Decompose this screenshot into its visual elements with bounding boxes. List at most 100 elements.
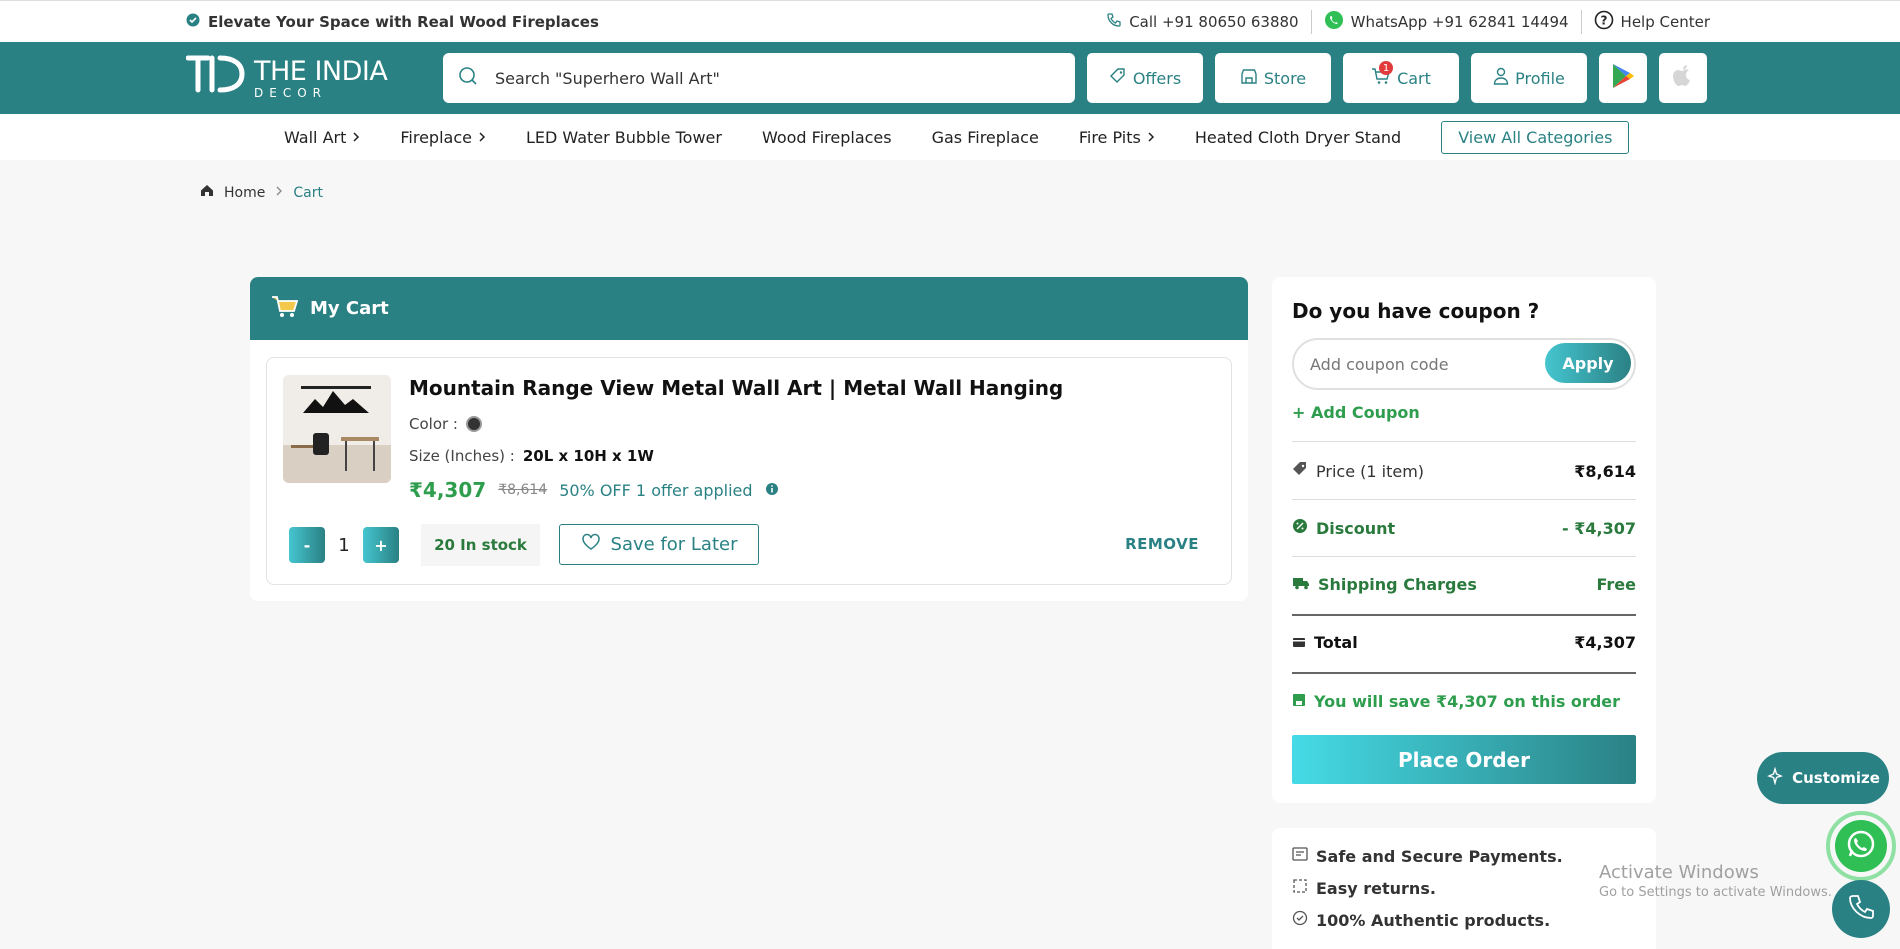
nav-label: LED Water Bubble Tower	[525, 127, 722, 147]
offers-label: Offers	[1132, 68, 1182, 88]
total-label: Total	[1314, 633, 1358, 652]
product-name[interactable]: Mountain Range View Metal Wall Art | Met…	[409, 376, 1063, 400]
qty-increase-button[interactable]: +	[363, 527, 399, 563]
google-play-button[interactable]	[1599, 53, 1647, 103]
size-value: 20L x 10H x 1W	[522, 447, 654, 465]
call-link[interactable]: Call +91 80650 63880	[1106, 12, 1299, 32]
sparkle-icon	[1766, 766, 1784, 789]
add-coupon-link[interactable]: + Add Coupon	[1292, 403, 1420, 422]
nav-item-wall-art[interactable]: Wall Art	[284, 128, 360, 147]
breadcrumb-current[interactable]: Cart	[293, 185, 323, 201]
price-value: ₹8,614	[1574, 461, 1636, 481]
whatsapp-chat-button[interactable]	[1826, 811, 1896, 881]
authentic-icon	[1292, 910, 1308, 930]
shipping-value: Free	[1596, 575, 1637, 594]
shipping-label: Shipping Charges	[1318, 575, 1477, 594]
sale-price: ₹4,307	[409, 478, 487, 502]
trust-text: Easy returns.	[1316, 878, 1436, 898]
phone-icon	[1847, 893, 1875, 925]
call-button[interactable]	[1832, 880, 1890, 938]
mrp-price: ₹8,614	[498, 482, 548, 498]
chevron-right-icon	[1147, 128, 1155, 147]
savings-text: You will save ₹4,307 on this order	[1314, 692, 1621, 711]
cart-button[interactable]: 1 Cart	[1343, 53, 1459, 103]
category-nav: Wall Art Fireplace LED Water Bubble Towe…	[0, 114, 1900, 160]
price-tag-icon	[1292, 461, 1308, 481]
heart-icon	[581, 533, 601, 556]
divider	[1292, 672, 1636, 674]
apple-icon	[1671, 63, 1695, 93]
nav-item-fire-pits[interactable]: Fire Pits	[1079, 128, 1155, 147]
brand-subname: DECOR	[254, 85, 327, 100]
qty-value[interactable]: 1	[325, 535, 363, 556]
nav-item-fireplace[interactable]: Fireplace	[400, 128, 486, 147]
cart-header: My Cart	[250, 277, 1248, 340]
save-for-later-button[interactable]: Save for Later	[559, 524, 759, 565]
windows-activation-watermark: Activate Windows Go to Settings to activ…	[1599, 862, 1832, 900]
app-store-button[interactable]	[1659, 53, 1707, 103]
watermark-subtitle: Go to Settings to activate Windows.	[1599, 885, 1832, 900]
product-image[interactable]	[283, 375, 391, 483]
store-button[interactable]: Store	[1215, 53, 1331, 103]
nav-label: Wall Art	[284, 127, 347, 147]
cart-label: Cart	[1397, 68, 1431, 88]
promo-banner[interactable]: Elevate Your Space with Real Wood Firepl…	[186, 13, 599, 31]
call-text: Call +91 80650 63880	[1129, 12, 1299, 31]
help-text: Help Center	[1620, 12, 1710, 31]
offers-button[interactable]: Offers	[1087, 53, 1203, 103]
store-icon	[1240, 67, 1258, 89]
nav-label: Wood Fireplaces	[761, 127, 892, 147]
main-header: THE INDIA DECOR Search "Superhero Wall A…	[0, 42, 1900, 114]
nav-item-heated-cloth-dryer-stand[interactable]: Heated Cloth Dryer Stand	[1195, 128, 1401, 147]
top-strip: Elevate Your Space with Real Wood Firepl…	[0, 0, 1900, 42]
search-bar[interactable]: Search "Superhero Wall Art"	[443, 53, 1075, 103]
brand-logo[interactable]: THE INDIA DECOR	[185, 52, 443, 104]
store-label: Store	[1263, 68, 1307, 88]
wallet-icon	[1292, 633, 1306, 652]
search-placeholder: Search "Superhero Wall Art"	[495, 68, 720, 88]
breadcrumb-home[interactable]: Home	[224, 185, 265, 201]
logo-mark-icon	[185, 52, 248, 104]
color-row: Color :	[409, 415, 482, 433]
nav-item-led-water-bubble-tower[interactable]: LED Water Bubble Tower	[526, 128, 722, 147]
view-all-categories-button[interactable]: View All Categories	[1441, 120, 1630, 154]
coupon-title: Do you have coupon ?	[1292, 299, 1540, 323]
place-order-button[interactable]: Place Order	[1292, 735, 1636, 784]
nav-item-wood-fireplaces[interactable]: Wood Fireplaces	[762, 128, 892, 147]
coupon-field[interactable]: Add coupon code Apply	[1292, 338, 1636, 390]
stock-badge: 20 In stock	[421, 524, 540, 566]
offer-text: 50% OFF 1 offer applied	[559, 480, 753, 500]
size-label: Size (Inches) :	[409, 447, 515, 465]
svg-text:?: ?	[1600, 13, 1607, 27]
help-icon: ?	[1594, 10, 1614, 34]
discount-badge-icon	[1292, 518, 1308, 538]
quantity-stepper: - 1 +	[289, 527, 399, 563]
cart-count-badge: 1	[1379, 61, 1393, 75]
customize-button[interactable]: Customize	[1757, 752, 1889, 804]
secure-payment-icon	[1292, 846, 1308, 866]
trust-item: Safe and Secure Payments.	[1292, 846, 1636, 866]
help-center-link[interactable]: ? Help Center	[1594, 10, 1710, 34]
user-icon	[1493, 67, 1509, 89]
profile-button[interactable]: Profile	[1471, 53, 1587, 103]
shopping-cart-icon	[270, 293, 300, 324]
phone-icon	[1106, 12, 1122, 32]
cart-title: My Cart	[310, 298, 389, 319]
trust-text: 100% Authentic products.	[1316, 910, 1551, 930]
remove-button[interactable]: REMOVE	[1125, 535, 1199, 553]
info-icon[interactable]	[765, 481, 779, 500]
qty-decrease-button[interactable]: -	[289, 527, 325, 563]
divider	[1292, 441, 1636, 442]
home-icon	[200, 184, 214, 201]
whatsapp-link[interactable]: WhatsApp +91 62841 14494	[1324, 10, 1569, 34]
price-row: Price (1 item) ₹8,614	[1292, 461, 1636, 481]
apply-coupon-button[interactable]: Apply	[1545, 343, 1631, 383]
chevron-right-icon	[275, 185, 283, 201]
nav-label: Heated Cloth Dryer Stand	[1194, 127, 1402, 147]
divider	[1580, 9, 1582, 34]
nav-label: Fire Pits	[1078, 127, 1141, 147]
search-icon	[457, 65, 479, 91]
nav-item-gas-fireplace[interactable]: Gas Fireplace	[932, 128, 1039, 147]
truck-icon	[1292, 575, 1310, 594]
coupon-placeholder: Add coupon code	[1310, 354, 1449, 374]
